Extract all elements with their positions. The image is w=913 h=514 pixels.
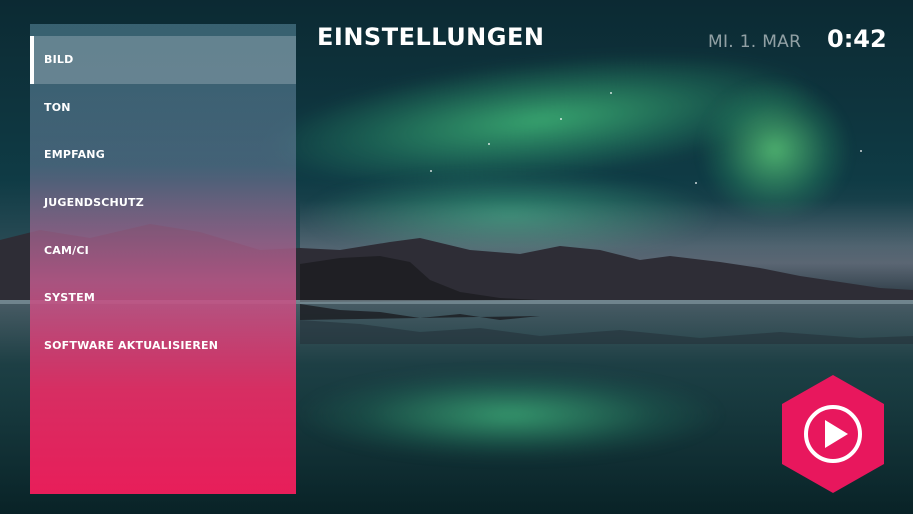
menu-item-label: SYSTEM — [44, 291, 95, 305]
menu-item-label: EMPFANG — [44, 148, 105, 162]
aurora-glow — [700, 80, 850, 220]
star — [430, 170, 432, 172]
play-icon — [782, 375, 884, 493]
star — [560, 118, 562, 120]
date-display: MI. 1. MAR — [708, 32, 802, 52]
menu-item-label: TON — [44, 100, 71, 114]
menu-item-label: BILD — [44, 53, 74, 67]
clock-display: 0:42 — [827, 25, 887, 53]
menu-item-system[interactable]: SYSTEM — [30, 274, 296, 322]
tv-settings-screen: BILD TON EMPFANG JUGENDSCHUTZ CAM/CI SYS… — [0, 0, 913, 514]
page-title: EINSTELLUNGEN — [317, 23, 545, 51]
menu-item-ton[interactable]: TON — [30, 84, 296, 132]
play-button[interactable] — [778, 373, 888, 495]
menu-item-jugendschutz[interactable]: JUGENDSCHUTZ — [30, 179, 296, 227]
star — [610, 92, 612, 94]
menu-item-label: CAM/CI — [44, 243, 89, 257]
star — [860, 150, 862, 152]
aurora-reflection — [300, 370, 720, 460]
star — [488, 143, 490, 145]
star — [695, 182, 697, 184]
menu-item-label: JUGENDSCHUTZ — [44, 196, 144, 210]
menu-item-empfang[interactable]: EMPFANG — [30, 131, 296, 179]
menu-item-bild[interactable]: BILD — [30, 36, 296, 84]
menu-item-cam-ci[interactable]: CAM/CI — [30, 226, 296, 274]
menu-item-software-update[interactable]: SOFTWARE AKTUALISIEREN — [30, 322, 296, 370]
settings-menu: BILD TON EMPFANG JUGENDSCHUTZ CAM/CI SYS… — [30, 24, 296, 494]
menu-item-label: SOFTWARE AKTUALISIEREN — [44, 338, 219, 352]
